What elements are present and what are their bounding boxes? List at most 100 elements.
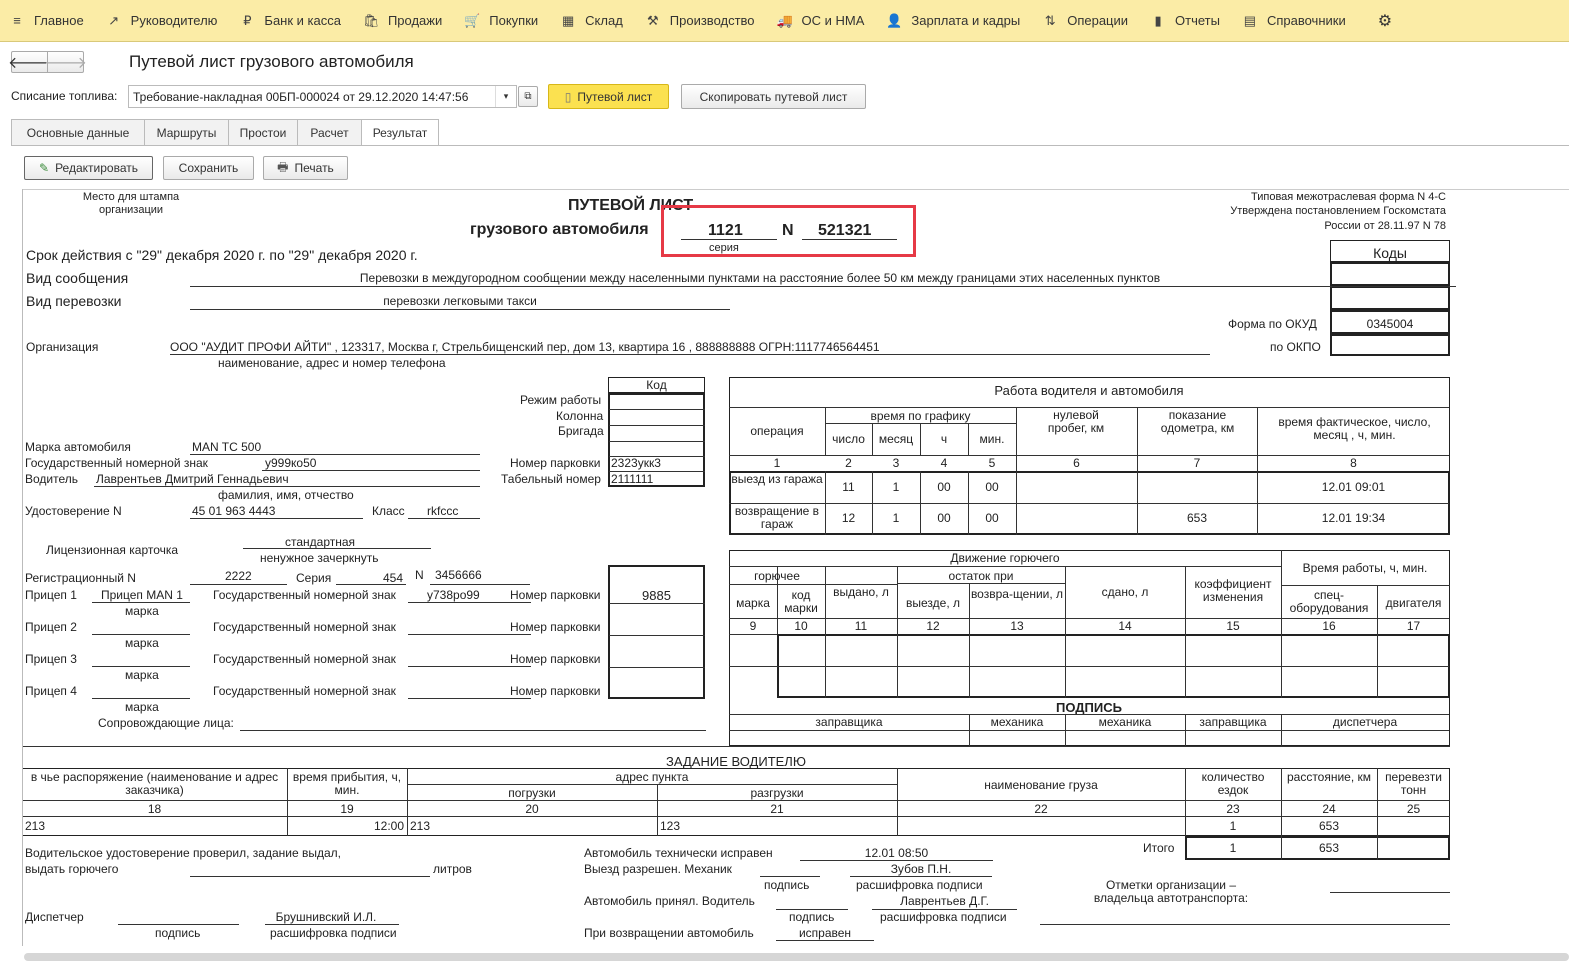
driver-short-name: Лаврентьев Д.Г. [900,894,989,908]
fuel-col-number: 16 [1322,619,1336,633]
brand-hint: марка [125,636,159,650]
rule-line [240,730,706,731]
open-button[interactable]: ⧉ [518,86,538,107]
brand-hint: марка [125,700,159,714]
menu-item-9[interactable]: ⇅ Операции [1033,0,1141,42]
garage-return-label: возвращение в гараж [734,504,820,531]
menu-item-11[interactable]: ▤ Справочники [1233,0,1359,42]
tab-0[interactable]: Основные данные [11,119,145,145]
menu-icon: ▦ [562,12,575,28]
menu-item-3[interactable]: 🛍 Продажи [354,0,455,42]
okud-label: Форма по ОКУД [1228,317,1317,331]
arrow-right-icon: 🡒 [44,54,87,72]
document-border [22,189,1569,190]
save-button[interactable]: Сохранить [163,156,254,180]
menu-item-7[interactable]: 🚚 ОС и НМА [768,0,878,42]
menu-icon: 🛍 [362,12,380,28]
menu-item-4[interactable]: 🛒 Покупки [455,0,551,42]
signature-title: ПОДПИСЬ [1056,700,1122,715]
customer-header: в чье распоряжение (наименование и адрес… [30,770,279,797]
form-note-3: России от 28.11.97 N 78 [1324,220,1446,232]
menu-item-1[interactable]: ↗ Руководителю [97,0,231,42]
unload-header: разгрузки [750,786,804,800]
trailer-1-parking-label: Номер парковки [510,588,601,602]
rule-line [190,286,1456,287]
forward-button[interactable]: 🡒 [44,51,87,73]
load-header: погрузки [508,786,556,800]
odometer-header: показание одометра, км [1160,408,1235,435]
fuel-col-number: 10 [794,619,808,633]
brand-hint-1: марка [125,604,159,618]
give-fuel-label: выдать горючего [25,862,119,876]
waybill-button[interactable]: ▯ Путевой лист [548,84,669,109]
rule-line [760,876,820,877]
settings-gear-icon[interactable]: ⚙ [1369,0,1405,42]
copy-waybill-button[interactable]: Скопировать путевой лист [681,84,866,109]
rule-line [190,454,480,455]
menu-label: Операции [1067,13,1129,28]
menu-item-5[interactable]: ▦ Склад [551,0,636,42]
garage-return-cell: 00 [985,511,999,525]
grid-line [1065,634,1066,698]
tab-2[interactable]: Простои [228,119,298,145]
work-time-header: Время работы, ч, мин. [1302,561,1428,575]
tab-1[interactable]: Маршруты [144,119,229,145]
transport-type-value: перевозки легковыми такси [383,294,537,308]
menu-item-6[interactable]: ⚒ Производство [636,0,768,42]
decode-hint: расшифровка подписи [856,878,983,892]
owner-marks: Отметки организации – владельца автотран… [1093,878,1249,905]
horizontal-scrollbar[interactable] [24,953,1569,961]
code-box [1330,286,1450,310]
garage-return-cell: 12.01 19:34 [1321,511,1386,525]
return-label: При возвращении автомобиль [584,926,754,940]
trailer-1-parking: 9885 [642,588,671,603]
min-header: мин. [979,432,1005,446]
task-cell: 1 [1229,819,1237,833]
task-col-number: 18 [147,802,162,816]
tab-3[interactable]: Расчет [297,119,362,145]
tab-4[interactable]: Результат [361,119,439,146]
rule-line [92,634,190,635]
menu-label: Банк и касса [264,13,341,28]
validity-period: Срок действия с "29" декабря 2020 г. по … [26,247,418,263]
class-label: Класс [372,504,405,518]
trailer-parking-label: Номер парковки [510,620,601,634]
total-label: Итого [1143,841,1175,855]
rule-line [776,940,874,941]
n-value: 3456666 [435,568,482,582]
brand-hint: марка [125,668,159,682]
back-button[interactable]: 🡐 [8,51,51,73]
driver-label: Водитель [25,472,79,486]
signature-column: механика [990,715,1044,729]
menu-item-0[interactable]: ≡ Главное [0,0,97,42]
work-col-number: 8 [1350,456,1357,470]
rule-line [408,518,480,519]
kod-label: Код [646,378,667,392]
grid-line [1377,634,1378,698]
brigade-label: Бригада [558,424,604,438]
trailer-parking-label: Номер парковки [510,684,601,698]
print-button[interactable]: 🖶 Печать [263,156,348,180]
driver-value: Лаврентьев Дмитрий Геннадьевич [96,472,289,486]
menu-label: Покупки [489,13,539,28]
task-col-number: 21 [770,802,784,816]
menu-label: Руководителю [130,13,218,28]
fuel-field[interactable]: Требование-накладная 00БП-000024 от 29.1… [128,85,517,108]
menu-item-10[interactable]: ▮ Отчеты [1141,0,1233,42]
trailer-parking-label: Номер парковки [510,652,601,666]
grid-line [1137,471,1138,535]
car-brand-value: MAN TC 500 [192,440,262,454]
dispatcher-label: Диспетчер [25,910,84,924]
task-cell: 12:00 [373,819,404,833]
trailer-1-plate: у738ро99 [427,588,480,602]
dropdown-button[interactable]: ▾ [495,86,516,107]
edit-button[interactable]: ✎ Редактировать [24,156,153,180]
month-header: месяц [878,432,914,446]
menu-item-2[interactable]: ₽ Банк и касса [230,0,354,42]
accepted-label: Автомобиль принял. Водитель [584,894,755,908]
signature-column: заправщика [1199,715,1267,729]
rule-line [408,602,531,603]
menu-item-8[interactable]: 👤 Зарплата и кадры [877,0,1033,42]
garage-return-cell: 12 [841,511,856,525]
work-title: Работа водителя и автомобиля [994,383,1184,398]
